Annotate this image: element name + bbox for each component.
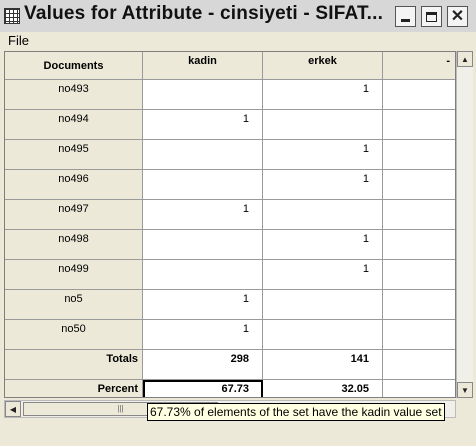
vertical-scrollbar[interactable]: ▲ ▼: [456, 51, 473, 398]
scroll-left-button[interactable]: ◀: [5, 401, 21, 417]
close-button[interactable]: ✕: [447, 6, 468, 27]
arrow-left-icon: ◀: [9, 404, 17, 414]
row-header-document[interactable]: no498: [5, 230, 143, 260]
column-header-documents[interactable]: Documents: [5, 52, 143, 80]
row-header-document[interactable]: no496: [5, 170, 143, 200]
cell-kadin[interactable]: [143, 170, 263, 200]
close-icon: ✕: [450, 7, 465, 25]
row-header-document[interactable]: no499: [5, 260, 143, 290]
maximize-button[interactable]: [421, 6, 442, 27]
totals-kadin[interactable]: 298: [143, 350, 263, 380]
cell-kadin[interactable]: [143, 230, 263, 260]
totals-extra[interactable]: [383, 350, 455, 380]
cell-extra[interactable]: [383, 260, 455, 290]
row-header-document[interactable]: no494: [5, 110, 143, 140]
column-header-kadin[interactable]: kadin: [143, 52, 263, 80]
title-bar[interactable]: Values for Attribute - cinsiyeti - SIFAT…: [0, 0, 476, 32]
attribute-values-window: Values for Attribute - cinsiyeti - SIFAT…: [0, 0, 476, 446]
cell-erkek[interactable]: 1: [263, 230, 383, 260]
percent-extra[interactable]: [383, 380, 455, 397]
cell-kadin[interactable]: [143, 260, 263, 290]
window-title: Values for Attribute - cinsiyeti - SIFAT…: [24, 3, 384, 24]
values-table: Documents kadin erkek - no493 1 no494 1 no495 1 no…: [4, 51, 456, 398]
row-header-document[interactable]: no495: [5, 140, 143, 170]
cell-erkek[interactable]: [263, 320, 383, 350]
minimize-icon: [401, 19, 410, 22]
row-header-document[interactable]: no50: [5, 320, 143, 350]
percent-erkek[interactable]: 32.05: [263, 380, 383, 397]
percent-label: Percent: [5, 380, 143, 397]
cell-kadin[interactable]: 1: [143, 320, 263, 350]
cell-erkek[interactable]: [263, 110, 383, 140]
scroll-down-button[interactable]: ▼: [457, 382, 473, 398]
row-header-document[interactable]: no5: [5, 290, 143, 320]
totals-label: Totals: [5, 350, 143, 380]
menu-file[interactable]: File: [8, 33, 29, 48]
row-header-document[interactable]: no497: [5, 200, 143, 230]
cell-kadin[interactable]: [143, 140, 263, 170]
percent-tooltip: 67.73% of elements of the set have the k…: [147, 403, 445, 421]
grid-icon: [4, 8, 20, 24]
cell-erkek[interactable]: 1: [263, 80, 383, 110]
column-header-erkek[interactable]: erkek: [263, 52, 383, 80]
totals-erkek[interactable]: 141: [263, 350, 383, 380]
cell-extra[interactable]: [383, 170, 455, 200]
minimize-button[interactable]: [395, 6, 416, 27]
row-header-document[interactable]: no493: [5, 80, 143, 110]
cell-kadin[interactable]: 1: [143, 200, 263, 230]
arrow-up-icon: ▲: [461, 54, 469, 64]
cell-kadin[interactable]: 1: [143, 110, 263, 140]
cell-kadin[interactable]: [143, 80, 263, 110]
cell-erkek[interactable]: 1: [263, 140, 383, 170]
cell-erkek[interactable]: [263, 200, 383, 230]
cell-extra[interactable]: [383, 200, 455, 230]
cell-extra[interactable]: [383, 320, 455, 350]
cell-extra[interactable]: [383, 110, 455, 140]
grip-icon: |||: [117, 404, 124, 413]
cell-extra[interactable]: [383, 140, 455, 170]
cell-extra[interactable]: [383, 80, 455, 110]
column-header-extra[interactable]: -: [383, 52, 455, 80]
percent-kadin-selected[interactable]: 67.73: [143, 380, 263, 397]
maximize-icon: [426, 11, 437, 22]
cell-extra[interactable]: [383, 290, 455, 320]
cell-erkek[interactable]: 1: [263, 170, 383, 200]
menu-bar: File: [0, 32, 476, 50]
scroll-up-button[interactable]: ▲: [457, 51, 473, 67]
arrow-down-icon: ▼: [461, 385, 469, 395]
cell-erkek[interactable]: [263, 290, 383, 320]
cell-kadin[interactable]: 1: [143, 290, 263, 320]
cell-erkek[interactable]: 1: [263, 260, 383, 290]
cell-extra[interactable]: [383, 230, 455, 260]
